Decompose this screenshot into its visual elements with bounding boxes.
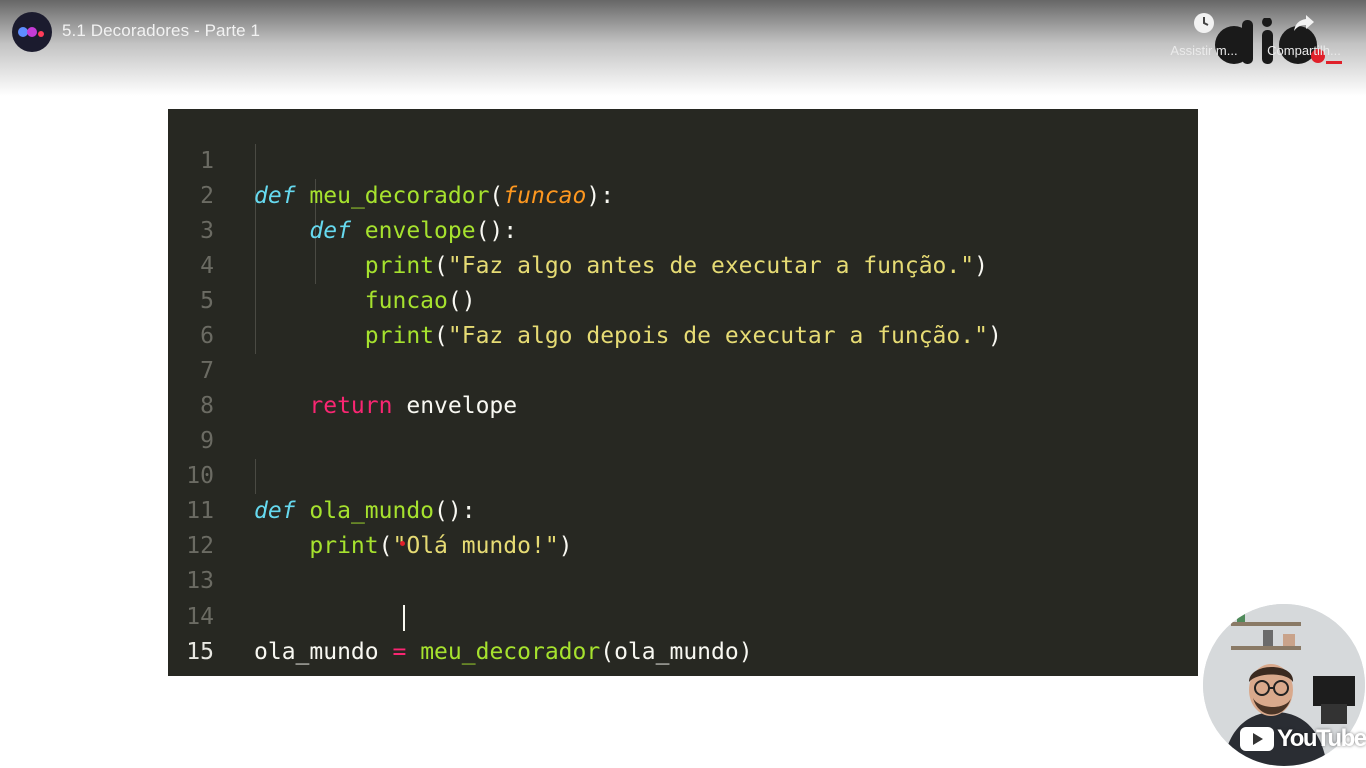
share-button[interactable]: Compartilh... [1264,12,1344,58]
code-line-3[interactable]: 3 print("Faz algo antes de executar a fu… [168,179,1198,279]
code-line-16[interactable]: 16 [168,635,1198,676]
code-line-4[interactable]: 4 funcao() [168,214,1198,314]
code-line-13[interactable]: 13 [168,529,1198,594]
clock-icon [1194,13,1214,33]
code-line-12[interactable]: 12 [168,494,1198,559]
code-line-5[interactable]: 5 print("Faz algo depois de executar a f… [168,249,1198,349]
code-editor: 1 def meu_decorador(funcao): 2 def envel… [168,109,1198,676]
code-line-8[interactable]: 8 [168,354,1198,419]
code-line-6[interactable]: 6 [168,284,1198,349]
dio-logo-icon [18,27,44,37]
code-line-9[interactable]: 9 [168,389,1198,454]
code-line-14[interactable]: 14 ola_mundo = meu_decorador(ola_mundo) [168,565,1198,665]
code-line-15[interactable]: 15 ola_mundo() [168,600,1198,676]
youtube-wordmark: YouTube [1277,725,1366,752]
share-arrow-icon [1294,15,1314,31]
laser-pointer-dot [400,541,405,546]
youtube-play-icon [1240,727,1274,751]
channel-avatar[interactable] [12,12,52,52]
code-line-7[interactable]: 7 return envelope [168,319,1198,419]
code-line-11[interactable]: 11 print("Olá mundo!") [168,459,1198,559]
code-line-2[interactable]: 2 def envelope(): [168,144,1198,244]
watch-later-label: Assistir m... [1170,43,1238,58]
code-line-1[interactable]: 1 def meu_decorador(funcao): [168,109,1198,209]
video-title[interactable]: 5.1 Decoradores - Parte 1 [62,21,260,41]
code-line-10[interactable]: 10 def ola_mundo(): [168,424,1198,524]
youtube-logo[interactable]: YouTube [1240,724,1366,754]
video-top-bar: 5.1 Decoradores - Parte 1 Assistir m... … [0,0,1366,96]
share-label: Compartilh... [1267,43,1341,58]
watch-later-button[interactable]: Assistir m... [1164,12,1244,58]
line-number: 16 [168,670,214,676]
text-cursor [403,605,405,631]
